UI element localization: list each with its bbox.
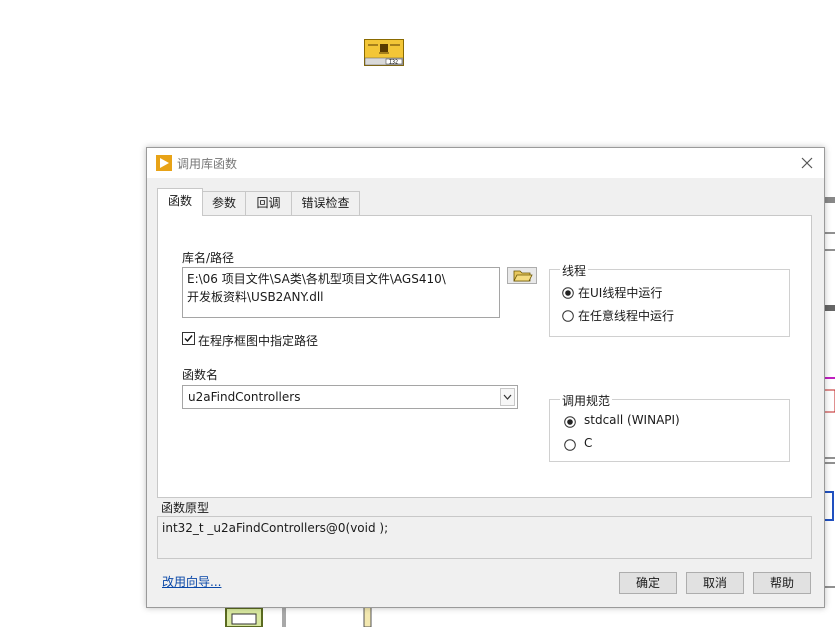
thread-group-title: 线程	[560, 262, 589, 279]
prototype-display: int32_t _u2aFindControllers@0(void );	[157, 516, 812, 559]
tab-function[interactable]: 函数	[157, 188, 203, 216]
stdcall-radio[interactable]	[564, 416, 576, 428]
dialog-titlebar: 调用库函数	[147, 148, 824, 178]
tab-error-checking[interactable]: 错误检查	[291, 191, 360, 215]
use-wizard-link[interactable]: 改用向导...	[162, 573, 221, 590]
cancel-button[interactable]: 取消	[686, 572, 744, 594]
folder-open-icon	[513, 270, 533, 282]
thread-any-radio[interactable]	[562, 310, 574, 322]
browse-button[interactable]	[507, 267, 537, 284]
tab-callbacks[interactable]: 回调	[245, 191, 292, 215]
thread-any-label: 在任意线程中运行	[578, 309, 675, 323]
call-library-function-dialog: 调用库函数 函数 参数 回调 错误检查 库名/路径 E:\06 项目文件\SA类…	[146, 147, 825, 608]
specify-path-label: 在程序框图中指定路径	[198, 334, 319, 348]
function-tab-panel: 库名/路径 E:\06 项目文件\SA类\各机型项目文件\AGS410\ 开发板…	[157, 215, 812, 498]
prototype-label: 函数原型	[161, 501, 210, 515]
specify-path-checkbox[interactable]	[182, 332, 195, 345]
ok-button[interactable]: 确定	[619, 572, 677, 594]
stdcall-label: stdcall (WINAPI)	[584, 413, 680, 427]
tab-parameters[interactable]: 参数	[202, 191, 246, 215]
calling-convention-title: 调用规范	[560, 392, 613, 409]
svg-text:I32: I32	[389, 60, 398, 66]
library-path-input[interactable]: E:\06 项目文件\SA类\各机型项目文件\AGS410\ 开发板资料\USB…	[182, 267, 500, 318]
c-convention-label: C	[584, 436, 593, 450]
c-convention-radio[interactable]	[564, 439, 576, 451]
prototype-text: int32_t _u2aFindControllers@0(void );	[162, 521, 389, 535]
labview-run-icon	[156, 155, 172, 171]
thread-group: 线程 在UI线程中运行 在任意线程中运行	[549, 262, 790, 337]
close-icon[interactable]	[798, 154, 816, 172]
checkmark-icon	[184, 335, 193, 343]
thread-ui-label: 在UI线程中运行	[578, 286, 663, 300]
call-library-node-icon[interactable]: I32	[364, 39, 404, 66]
dropdown-button[interactable]	[500, 388, 515, 406]
help-button[interactable]: 帮助	[753, 572, 811, 594]
calling-convention-group: 调用规范 stdcall (WINAPI) C	[549, 392, 790, 462]
library-path-label: 库名/路径	[182, 251, 235, 265]
thread-ui-radio[interactable]	[562, 287, 574, 299]
dialog-title: 调用库函数	[177, 157, 238, 171]
function-name-value: u2aFindControllers	[188, 390, 301, 404]
function-name-select[interactable]: u2aFindControllers	[182, 385, 518, 409]
function-name-label: 函数名	[182, 368, 219, 382]
chevron-down-icon	[503, 394, 512, 400]
